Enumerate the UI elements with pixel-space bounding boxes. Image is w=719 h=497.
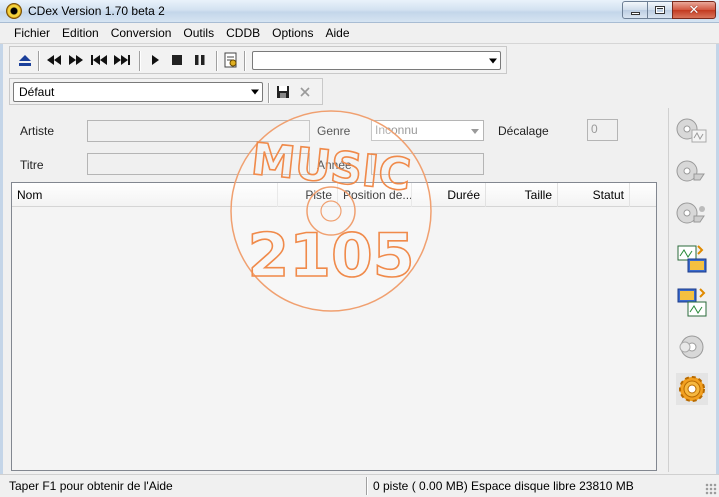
toolbar-separator bbox=[139, 51, 141, 71]
fast-forward-icon bbox=[69, 55, 83, 65]
rip-partial-icon bbox=[676, 202, 705, 224]
edit-info-icon bbox=[224, 52, 237, 68]
next-track-icon bbox=[114, 55, 130, 65]
artist-field[interactable] bbox=[87, 120, 310, 142]
resize-grip-icon[interactable] bbox=[705, 483, 717, 495]
chevron-down-icon bbox=[489, 58, 497, 63]
status-help-text: Taper F1 pour obtenir de l'Aide bbox=[9, 479, 173, 493]
profile-select[interactable]: Défaut bbox=[13, 82, 263, 102]
eject-icon bbox=[19, 55, 31, 66]
column-header-position[interactable]: Position de... bbox=[338, 183, 412, 207]
fast-forward-button[interactable] bbox=[67, 52, 85, 68]
record-button[interactable] bbox=[675, 330, 709, 364]
genre-label: Genre bbox=[317, 124, 351, 138]
chevron-down-icon bbox=[471, 129, 479, 134]
menu-fichier[interactable]: Fichier bbox=[8, 23, 56, 44]
status-divider bbox=[366, 477, 368, 495]
column-header-piste[interactable]: Piste bbox=[278, 183, 338, 207]
column-header-statut[interactable]: Statut bbox=[558, 183, 630, 207]
next-track-button[interactable] bbox=[113, 52, 131, 68]
stop-button[interactable] bbox=[168, 52, 186, 68]
pause-icon bbox=[195, 55, 205, 65]
profile-select-value: Défaut bbox=[19, 85, 55, 99]
title-field[interactable] bbox=[87, 153, 310, 175]
toolbar-separator bbox=[38, 51, 40, 71]
previous-track-button[interactable] bbox=[90, 52, 108, 68]
menu-aide[interactable]: Aide bbox=[319, 23, 355, 44]
delete-icon bbox=[300, 87, 310, 97]
eject-button[interactable] bbox=[16, 52, 34, 68]
toolbar-separator bbox=[244, 51, 246, 71]
maximize-icon bbox=[655, 6, 665, 14]
save-icon bbox=[277, 86, 289, 98]
delete-profile-button[interactable] bbox=[296, 84, 314, 100]
drive-select[interactable] bbox=[252, 51, 501, 70]
record-icon bbox=[679, 335, 704, 359]
window-title: CDex Version 1.70 beta 2 bbox=[28, 4, 165, 18]
rip-to-compressed-icon bbox=[676, 160, 705, 182]
rip-to-wav-icon bbox=[676, 118, 707, 143]
rip-to-compressed-button[interactable] bbox=[675, 156, 709, 190]
pause-button[interactable] bbox=[191, 52, 209, 68]
column-header-nom[interactable]: Nom bbox=[12, 183, 278, 207]
previous-track-icon bbox=[91, 55, 107, 65]
convert-compressed-to-wav-icon bbox=[677, 288, 707, 317]
maximize-button[interactable] bbox=[647, 1, 673, 19]
convert-wav-to-compressed-button[interactable] bbox=[675, 242, 709, 276]
menu-bar: Fichier Edition Conversion Outils CDDB O… bbox=[0, 23, 719, 44]
status-disk-info: 0 piste ( 0.00 MB) Espace disque libre 2… bbox=[373, 479, 634, 493]
genre-select[interactable]: Inconnu bbox=[371, 120, 484, 141]
rewind-button[interactable] bbox=[45, 52, 63, 68]
column-header-filler bbox=[630, 183, 656, 207]
minimize-button[interactable] bbox=[622, 1, 648, 19]
column-header-duree[interactable]: Durée bbox=[412, 183, 486, 207]
menu-outils[interactable]: Outils bbox=[177, 23, 220, 44]
menu-options[interactable]: Options bbox=[266, 23, 319, 44]
stop-icon bbox=[172, 55, 182, 65]
year-label: Année bbox=[317, 158, 352, 172]
offset-label: Décalage bbox=[498, 124, 549, 138]
cdex-app-icon[interactable] bbox=[6, 3, 22, 19]
rewind-icon bbox=[47, 55, 61, 65]
settings-button[interactable] bbox=[675, 372, 709, 406]
toolbar-separator bbox=[268, 83, 270, 103]
menu-edition[interactable]: Edition bbox=[56, 23, 105, 44]
title-label: Titre bbox=[20, 158, 44, 172]
play-icon bbox=[152, 55, 159, 65]
profile-toolbar: Défaut bbox=[9, 78, 323, 105]
play-button[interactable] bbox=[146, 52, 164, 68]
settings-icon bbox=[676, 373, 708, 405]
track-list[interactable]: Nom Piste Position de... Durée Taille St… bbox=[11, 182, 657, 471]
rip-to-wav-button[interactable] bbox=[675, 114, 709, 148]
player-toolbar bbox=[9, 46, 507, 74]
offset-field[interactable]: 0 bbox=[587, 119, 618, 141]
year-field[interactable] bbox=[371, 153, 484, 175]
minimize-icon bbox=[630, 11, 640, 15]
offset-value: 0 bbox=[591, 122, 598, 136]
convert-wav-to-compressed-icon bbox=[677, 245, 707, 273]
column-header-taille[interactable]: Taille bbox=[486, 183, 558, 207]
action-panel bbox=[668, 108, 713, 472]
track-list-header: Nom Piste Position de... Durée Taille St… bbox=[12, 183, 656, 207]
save-profile-button[interactable] bbox=[274, 84, 292, 100]
menu-cddb[interactable]: CDDB bbox=[220, 23, 266, 44]
close-button[interactable]: ✕ bbox=[672, 1, 716, 19]
chevron-down-icon bbox=[251, 89, 259, 95]
rip-partial-button[interactable] bbox=[675, 198, 709, 232]
artist-label: Artiste bbox=[20, 124, 55, 138]
menu-conversion[interactable]: Conversion bbox=[105, 23, 178, 44]
edit-info-button[interactable] bbox=[222, 52, 240, 68]
window-frame-left bbox=[0, 23, 3, 474]
title-bar[interactable]: CDex Version 1.70 beta 2 ✕ bbox=[0, 0, 719, 23]
close-icon: ✕ bbox=[688, 2, 700, 18]
convert-compressed-to-wav-button[interactable] bbox=[675, 285, 709, 319]
toolbar-separator bbox=[216, 51, 218, 71]
status-bar: Taper F1 pour obtenir de l'Aide 0 piste … bbox=[0, 474, 719, 497]
genre-select-value: Inconnu bbox=[375, 123, 418, 137]
